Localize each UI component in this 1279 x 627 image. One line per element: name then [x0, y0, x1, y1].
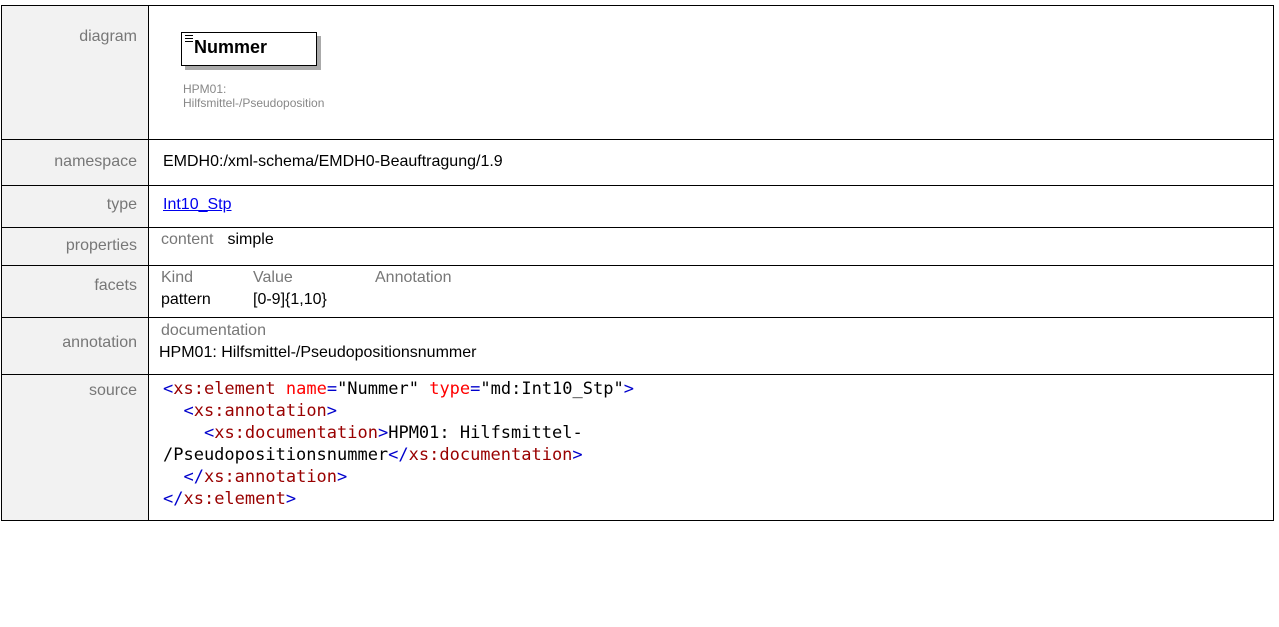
source-label-cell: source: [1, 374, 149, 521]
properties-label: properties: [65, 237, 137, 254]
namespace-label-cell: namespace: [1, 139, 149, 186]
facet-value: [0-9]{1,10}: [253, 291, 327, 308]
namespace-cell: EMDH0:/xml-schema/EMDH0-Beauftragung/1.9: [148, 139, 1274, 186]
diagram-cell: Nummer HPM01: Hilfsmittel-/Pseudopositio…: [148, 5, 1274, 140]
type-label-cell: type: [1, 185, 149, 228]
annotation-text: HPM01: Hilfsmittel-/Pseudopositionsnumme…: [159, 344, 477, 361]
namespace-label: namespace: [54, 153, 137, 170]
facet-kind: pattern: [161, 291, 211, 308]
namespace-row: namespace EMDH0:/xml-schema/EMDH0-Beauft…: [1, 139, 1274, 186]
diagram-label-cell: diagram: [1, 5, 149, 140]
source-row: source <xs:element name="Nummer" type="m…: [1, 374, 1274, 521]
element-box-annotation: HPM01: Hilfsmittel-/Pseudoposition: [183, 82, 324, 110]
annotation-line-1: HPM01:: [183, 82, 227, 96]
annotation-line-2: Hilfsmittel-/Pseudoposition: [183, 96, 325, 110]
source-code: <xs:element name="Nummer" type="md:Int10…: [163, 379, 634, 509]
properties-label-cell: properties: [1, 227, 149, 266]
diagram-row: diagram Nummer HPM01: Hilfsmittel-/Pseud…: [1, 5, 1274, 140]
element-doc-table: diagram Nummer HPM01: Hilfsmittel-/Pseud…: [1, 5, 1274, 521]
namespace-value: EMDH0:/xml-schema/EMDH0-Beauftragung/1.9: [163, 153, 503, 170]
annotation-label: annotation: [62, 334, 137, 351]
facets-label-cell: facets: [1, 265, 149, 318]
facet-annotation: [375, 287, 464, 309]
facets-header-annotation: Annotation: [375, 269, 452, 286]
type-cell: Int10_Stp: [148, 185, 1274, 228]
facets-row: facets Kind Value Annotation pattern [0-…: [1, 265, 1274, 318]
element-diagram[interactable]: Nummer HPM01: Hilfsmittel-/Pseudopositio…: [181, 32, 431, 127]
facets-label: facets: [94, 277, 137, 294]
documentation-lines-icon: [185, 35, 193, 44]
annotation-row: annotation documentation HPM01: Hilfsmit…: [1, 317, 1274, 375]
annotation-label-cell: annotation: [1, 317, 149, 375]
type-link[interactable]: Int10_Stp: [163, 196, 232, 213]
source-cell: <xs:element name="Nummer" type="md:Int10…: [148, 374, 1274, 521]
type-row: type Int10_Stp: [1, 185, 1274, 228]
diagram-label: diagram: [79, 28, 137, 45]
properties-cell: content simple: [148, 227, 1274, 266]
facets-table: Kind Value Annotation pattern [0-9]{1,10…: [149, 269, 464, 309]
property-value: simple: [227, 231, 274, 248]
properties-table: content simple: [149, 231, 286, 249]
annotation-heading: documentation: [161, 322, 266, 339]
property-key: content: [161, 231, 214, 248]
facets-header-kind: Kind: [161, 269, 194, 286]
element-box[interactable]: Nummer: [181, 32, 317, 66]
facets-header-value: Value: [253, 269, 293, 286]
annotation-cell: documentation HPM01: Hilfsmittel-/Pseudo…: [148, 317, 1274, 375]
type-label: type: [106, 196, 137, 213]
properties-row: properties content simple: [1, 227, 1274, 266]
source-label: source: [88, 382, 137, 399]
element-box-title: Nummer: [194, 37, 268, 57]
facets-cell: Kind Value Annotation pattern [0-9]{1,10…: [148, 265, 1274, 318]
